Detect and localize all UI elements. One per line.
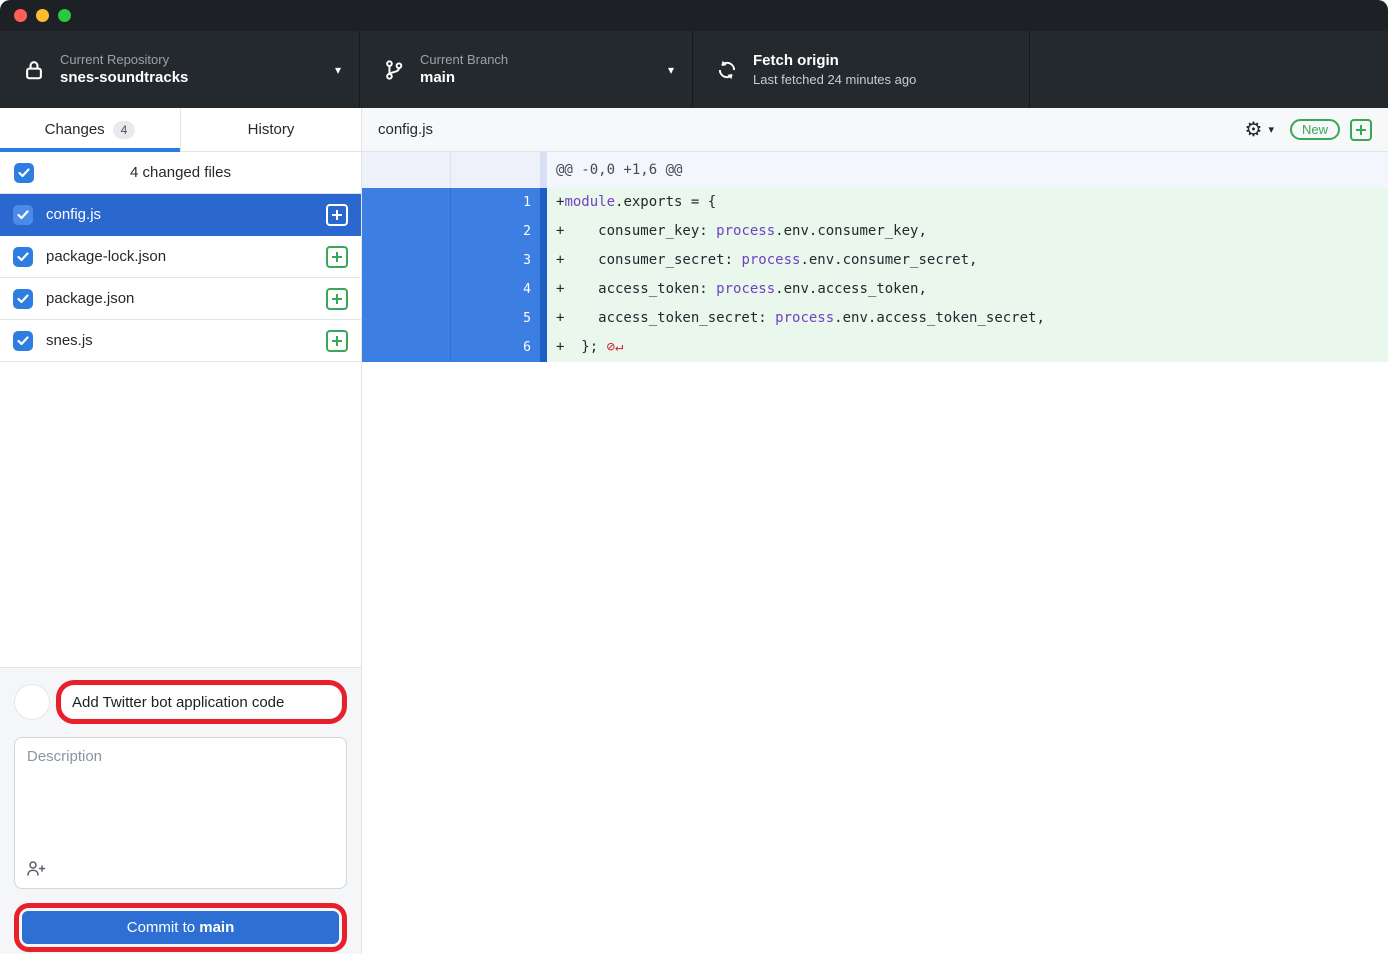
lock-icon [22, 59, 46, 81]
commit-summary-input[interactable] [62, 686, 341, 718]
close-window-button[interactable] [14, 9, 27, 22]
hunk-header-row: @@ -0,0 +1,6 @@ [362, 152, 1388, 188]
changed-files-list: config.js package-lock.json package.json… [0, 194, 361, 362]
line-number: 6 [451, 333, 540, 362]
titlebar [0, 0, 1388, 31]
current-repository-value: snes-soundtracks [60, 68, 188, 88]
current-repository-dropdown[interactable]: Current Repository snes-soundtracks ▾ [0, 31, 360, 108]
diff-options-button[interactable]: ⚙ ▾ [1245, 120, 1274, 140]
person-add-icon[interactable] [26, 860, 46, 882]
file-added-icon [326, 246, 348, 268]
file-name: snes.js [46, 332, 93, 349]
commit-branch-name: main [199, 919, 234, 936]
file-checkbox[interactable] [13, 289, 33, 309]
diff-lines: 1 +module.exports = { 2 + consumer_key: … [362, 188, 1388, 362]
changes-count-badge: 4 [113, 121, 136, 139]
file-name: package-lock.json [46, 248, 166, 265]
fetch-origin-label: Fetch origin [753, 51, 916, 71]
line-content: + consumer_secret: process.env.consumer_… [547, 246, 1388, 275]
chevron-down-icon: ▾ [668, 63, 674, 77]
current-branch-value: main [420, 68, 508, 88]
sync-icon [715, 59, 739, 81]
file-row[interactable]: package.json [0, 278, 361, 320]
app-window: Current Repository snes-soundtracks ▾ Cu… [0, 0, 1388, 954]
chevron-down-icon: ▾ [1268, 123, 1274, 136]
tab-changes-label: Changes [45, 121, 105, 138]
fetch-origin-status: Last fetched 24 minutes ago [753, 71, 916, 89]
gear-icon: ⚙ [1245, 120, 1263, 140]
fetch-origin-button[interactable]: Fetch origin Last fetched 24 minutes ago [693, 31, 1030, 108]
annotation-commit-highlight: Commit to main [14, 903, 347, 952]
file-row[interactable]: config.js [0, 194, 361, 236]
line-number: 1 [451, 188, 540, 217]
avatar [14, 684, 50, 720]
line-number: 2 [451, 217, 540, 246]
diff-file-name: config.js [378, 121, 433, 138]
diff-body: @@ -0,0 +1,6 @@ 1 +module.exports = { 2 … [362, 152, 1388, 954]
annotation-summary-highlight [56, 680, 347, 724]
file-list-empty-space [0, 362, 361, 667]
changed-files-count: 4 changed files [0, 164, 361, 181]
sidebar-tabs: Changes 4 History [0, 108, 361, 152]
toolbar: Current Repository snes-soundtracks ▾ Cu… [0, 31, 1388, 108]
changed-files-header: 4 changed files [0, 152, 361, 194]
commit-panel: Commit to main [0, 667, 361, 954]
file-row[interactable]: snes.js [0, 320, 361, 362]
chevron-down-icon: ▾ [335, 63, 341, 77]
line-number: 3 [451, 246, 540, 275]
tab-changes[interactable]: Changes 4 [0, 108, 180, 151]
line-content: + }; ⊘↵ [547, 333, 1388, 362]
file-checkbox[interactable] [13, 331, 33, 351]
minimize-window-button[interactable] [36, 9, 49, 22]
diff-line: 4 + access_token: process.env.access_tok… [362, 275, 1388, 304]
traffic-lights [14, 9, 71, 22]
file-name: config.js [46, 206, 101, 223]
line-content: +module.exports = { [547, 188, 1388, 217]
current-branch-dropdown[interactable]: Current Branch main ▾ [360, 31, 693, 108]
diff-line: 1 +module.exports = { [362, 188, 1388, 217]
file-checkbox[interactable] [13, 205, 33, 225]
diff-line: 3 + consumer_secret: process.env.consume… [362, 246, 1388, 275]
diff-line: 6 + }; ⊘↵ [362, 333, 1388, 362]
select-all-checkbox[interactable] [14, 163, 34, 183]
plus-icon[interactable] [1350, 119, 1372, 141]
new-file-badge: New [1290, 119, 1340, 140]
diff-line: 5 + access_token_secret: process.env.acc… [362, 304, 1388, 333]
file-added-icon [326, 330, 348, 352]
changes-sidebar: Changes 4 History 4 changed files config… [0, 108, 362, 954]
file-name: package.json [46, 290, 134, 307]
zoom-window-button[interactable] [58, 9, 71, 22]
file-row[interactable]: package-lock.json [0, 236, 361, 278]
diff-panel: config.js ⚙ ▾ New @@ -0,0 +1,6 @@ [362, 108, 1388, 954]
line-content: + consumer_key: process.env.consumer_key… [547, 217, 1388, 246]
current-branch-label: Current Branch [420, 51, 508, 69]
diff-header: config.js ⚙ ▾ New [362, 108, 1388, 152]
hunk-header-text: @@ -0,0 +1,6 @@ [547, 152, 1388, 188]
git-branch-icon [382, 59, 406, 81]
tab-history[interactable]: History [180, 108, 361, 151]
line-content: + access_token: process.env.access_token… [547, 275, 1388, 304]
diff-line: 2 + consumer_key: process.env.consumer_k… [362, 217, 1388, 246]
commit-button[interactable]: Commit to main [22, 911, 339, 944]
file-added-icon [326, 288, 348, 310]
file-added-icon [326, 204, 348, 226]
file-checkbox[interactable] [13, 247, 33, 267]
line-content: + access_token_secret: process.env.acces… [547, 304, 1388, 333]
tab-history-label: History [248, 121, 295, 138]
current-repository-label: Current Repository [60, 51, 188, 69]
line-number: 4 [451, 275, 540, 304]
commit-description-textarea[interactable] [14, 737, 347, 889]
line-number: 5 [451, 304, 540, 333]
